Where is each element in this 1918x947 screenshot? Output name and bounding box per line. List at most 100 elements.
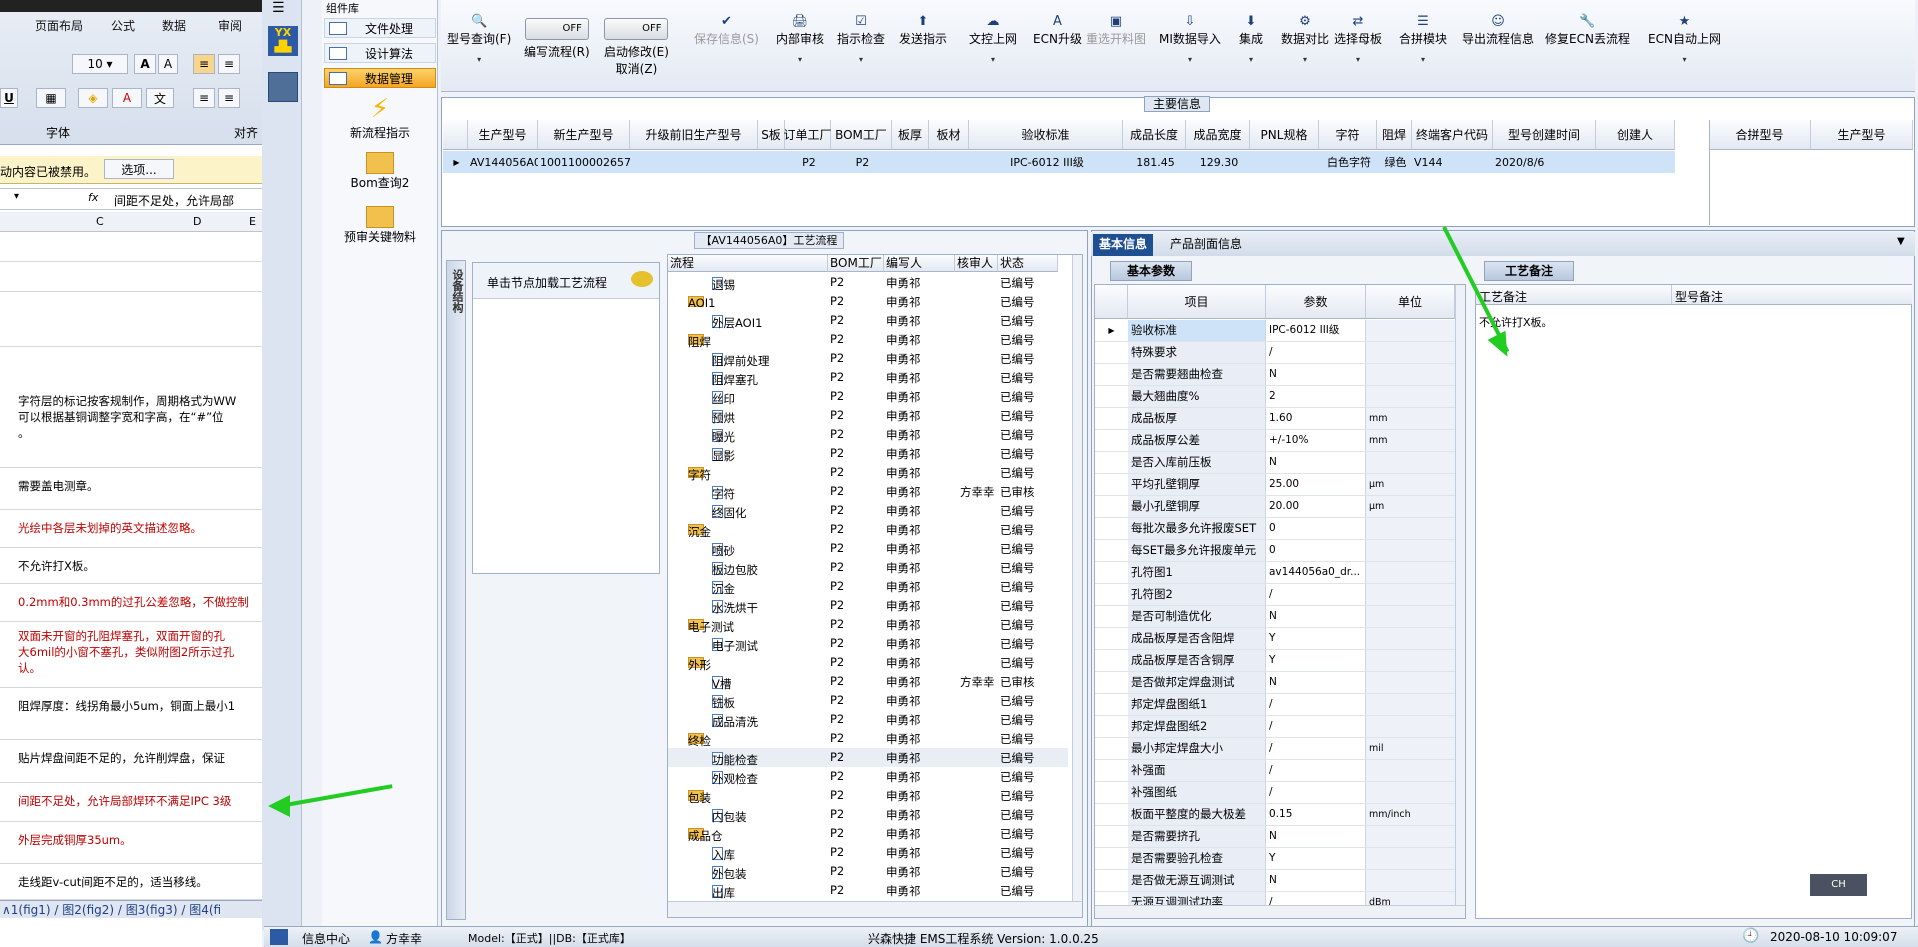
param-row[interactable]: 成品板厚是否含阻焊 Y [1095,628,1455,650]
align-left-button[interactable]: ≡ [193,88,215,108]
node-load-header[interactable]: 单击节点加载工艺流程 [473,263,659,299]
param-row[interactable]: 平均孔壁铜厚 25.00 μm [1095,474,1455,496]
toolbar-mi-data-import-button[interactable]: ⇩ MI数据导入 ▾ [1159,14,1221,64]
main-cell[interactable]: 10011000026572 [538,151,638,173]
main-cell[interactable]: P2 [785,151,831,173]
excel-row[interactable]: 需要盖电测章。 [0,468,262,510]
tree-row[interactable]: V槽 P2 申勇祁 方幸幸 已审核 [668,672,1068,691]
main-col-header[interactable]: 阻焊 [1377,120,1412,150]
param-row[interactable]: 是否做邦定焊盘测试 N [1095,672,1455,694]
main-cell[interactable] [892,151,929,173]
param-value[interactable]: / [1266,342,1366,363]
chevron-down-icon[interactable]: ▾ [1334,55,1382,64]
border-button[interactable]: ▦ [36,88,66,108]
param-row[interactable]: 最大翘曲度% 2 [1095,386,1455,408]
tree-row[interactable]: 功能检查 P2 申勇祁 已编号 [668,748,1068,767]
main-cell[interactable] [1596,151,1675,173]
toolbar-doc-upload-button[interactable]: ☁ 文控上网 ▾ [969,14,1017,64]
grid-icon[interactable] [270,929,288,945]
notes-header-model[interactable]: 型号备注 [1672,285,1912,305]
param-row[interactable]: 邦定焊盘图纸1/ [1095,694,1455,716]
main-col-header[interactable]: 新生产型号 [538,120,630,150]
chevron-down-icon[interactable]: ▾ [1159,55,1221,64]
toolbar-merge-module-button[interactable]: ☰ 合拼模块 ▾ [1399,14,1447,64]
chevron-down-icon[interactable]: ▾ [776,55,824,64]
param-row[interactable]: 是否可制造优化 N [1095,606,1455,628]
tree-row[interactable]: 成品清洗 P2 申勇祁 已编号 [668,710,1068,729]
tree-row[interactable]: 字符 P2 申勇祁 方幸幸 已审核 [668,482,1068,501]
options-button[interactable]: 选项... [104,159,174,179]
param-value[interactable]: 2 [1266,386,1366,407]
param-value[interactable]: N [1266,826,1366,847]
tab-basic-params[interactable]: 基本参数 [1110,261,1192,281]
tree-row[interactable]: 预烘 P2 申勇祁 已编号 [668,406,1068,425]
param-row[interactable]: 是否做无源互调测试 N [1095,870,1455,892]
ribbon-tab-review[interactable]: 审阅 [218,17,242,34]
main-cell[interactable]: 白色字符 [1319,151,1377,173]
tree-row[interactable]: 外观检查 P2 申勇祁 已编号 [668,767,1068,786]
param-value[interactable]: N [1266,452,1366,473]
cancel-label[interactable]: 取消(Z) [604,60,669,77]
main-col-header[interactable]: 终端客户代码 [1412,120,1493,150]
tree-scrollbar[interactable] [1072,255,1082,901]
main-col-header[interactable]: 成品宽度 [1186,120,1250,150]
align-center-button[interactable]: ≡ [218,88,240,108]
param-col-header[interactable]: 参数 [1266,285,1366,319]
tree-row[interactable]: 阻焊塞孔 P2 申勇祁 已编号 [668,368,1068,387]
tree-row[interactable]: −沉金P2申勇祁已编号 [668,520,1068,539]
ribbon-tab-formula[interactable]: 公式 [111,17,135,34]
shrink-font-button[interactable]: A [158,54,178,74]
tree-row[interactable]: 外包装 P2 申勇祁 已编号 [668,862,1068,881]
main-col-header[interactable]: 字符 [1319,120,1377,150]
tree-row[interactable]: 水洗烘干 P2 申勇祁 已编号 [668,596,1068,615]
param-value[interactable]: / [1266,694,1366,715]
param-value[interactable]: 0 [1266,518,1366,539]
param-value[interactable]: N [1266,672,1366,693]
chevron-down-icon[interactable]: ▾ [1399,55,1447,64]
ribbon-tab-layout[interactable]: 页面布局 [35,17,83,34]
nav-item-file[interactable]: 文件处理 [324,18,436,38]
excel-empty-row[interactable] [0,292,262,347]
tree-row[interactable]: −AOI1P2申勇祁已编号 [668,292,1068,311]
param-scrollbar[interactable] [1455,285,1465,905]
tree-col-header[interactable]: 编写人 [884,255,955,272]
ribbon-tab-data[interactable]: 数据 [162,17,186,34]
function-icon[interactable]: fx [88,191,98,204]
tree-row[interactable]: −阻焊P2申勇祁已编号 [668,330,1068,349]
excel-row[interactable]: 双面未开窗的孔阻焊塞孔，双面开窗的孔 大6mil的小窗不塞孔，类似附图2所示过孔认… [0,622,262,688]
tree-row[interactable]: −成品仓P2申勇祁已编号 [668,824,1068,843]
toolbar-instruction-check-button[interactable]: ☑ 指示检查 ▾ [837,14,885,64]
param-row[interactable]: 特殊要求 / [1095,342,1455,364]
param-value[interactable]: 25.00 [1266,474,1366,495]
tree-row[interactable]: −字符P2申勇祁已编号 [668,463,1068,482]
excel-row[interactable]: 外层完成铜厚35um。 [0,822,262,864]
param-value[interactable]: N [1266,364,1366,385]
tree-row[interactable]: 曝光 P2 申勇祁 已编号 [668,425,1068,444]
excel-row[interactable]: 贴片焊盘间距不足的，允许削焊盘，保证 [0,740,262,783]
nav-item-data-management[interactable]: 数据管理 [324,68,436,88]
tree-row[interactable]: −电子测试P2申勇祁已编号 [668,615,1068,634]
formula-input[interactable]: 间距不足处，允许局部 [114,192,234,209]
grow-font-button[interactable]: A [134,54,156,74]
ime-indicator[interactable]: CH [1810,874,1867,896]
param-value[interactable]: / [1266,738,1366,759]
off-toggle[interactable]: OFF [524,18,589,40]
main-col-header[interactable]: BOM工厂 [831,120,892,150]
param-row[interactable]: 邦定焊盘图纸2/ [1095,716,1455,738]
excel-row[interactable]: 字符层的标记按客规制作，周期格式为WW 可以根据基铜调整字宽和字高，在“#”位。 [0,387,262,468]
toolbar-reselect-cut-drawing-button[interactable]: ▣ 重选开料图 [1086,14,1146,47]
param-col-header[interactable]: 项目 [1128,285,1266,319]
merge-col-header[interactable]: 合拼型号 [1709,120,1811,150]
main-cell[interactable]: IPC-6012 III级 [969,151,1123,173]
param-value[interactable]: Y [1266,628,1366,649]
main-col-header[interactable]: 板厚 [892,120,929,150]
param-value[interactable]: / [1266,716,1366,737]
bom-query-button[interactable]: Bom查询2 [322,152,438,191]
chevron-down-icon[interactable]: ▼ [1897,236,1905,247]
param-value[interactable]: N [1266,606,1366,627]
column-header-c[interactable]: C [96,215,104,228]
tree-row[interactable]: 板边包胶 P2 申勇祁 已编号 [668,558,1068,577]
tree-col-header[interactable]: 核审人 [955,255,998,272]
main-col-header[interactable]: PNL规格 [1250,120,1319,150]
main-col-header[interactable]: 板材 [929,120,969,150]
